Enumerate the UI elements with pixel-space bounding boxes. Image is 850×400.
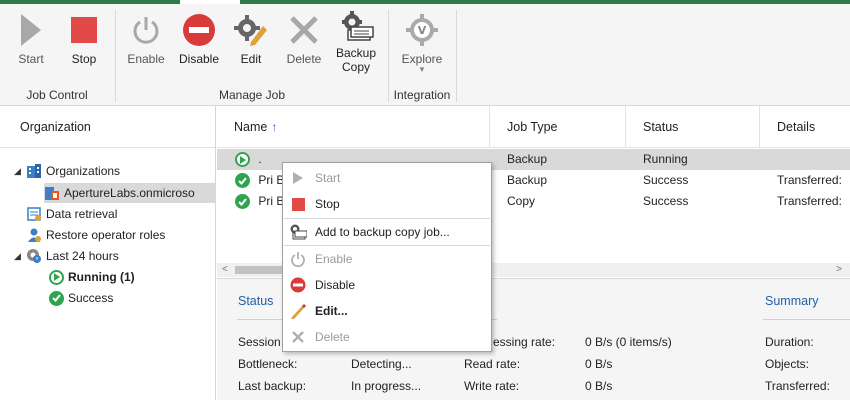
scroll-left-icon[interactable]: <: [222, 263, 228, 277]
processing-rate-label: essing rate:: [493, 335, 556, 349]
clock-gear-icon: [26, 248, 42, 264]
column-header-status[interactable]: Status: [625, 106, 759, 148]
tree-item-data-retrieval[interactable]: Data retrieval: [26, 204, 117, 224]
cross-icon: [289, 328, 307, 346]
menu-item-enable[interactable]: Enable: [283, 246, 491, 272]
stop-icon: [66, 10, 102, 50]
write-rate-label: Write rate:: [464, 379, 520, 393]
backup-copy-button[interactable]: Backup Copy: [332, 10, 380, 74]
write-rate-value: 0 B/s: [585, 379, 613, 393]
pencil-icon: [289, 302, 307, 320]
menu-item-disable[interactable]: Disable: [283, 272, 491, 298]
play-icon: [13, 10, 49, 50]
status-section-header: Status: [238, 294, 274, 308]
backup-copy-icon: [338, 10, 374, 44]
last-backup-value: In progress...: [351, 379, 422, 393]
tree-item-running[interactable]: Running (1): [48, 267, 135, 287]
delete-button[interactable]: Delete: [284, 10, 324, 66]
divider: [763, 319, 850, 320]
disable-button[interactable]: Disable: [176, 10, 222, 66]
column-header-name[interactable]: Name ↑: [217, 106, 489, 148]
success-check-icon: [235, 194, 250, 210]
context-menu: Start Stop Add to backup copy job... Ena…: [282, 162, 492, 352]
read-rate-value: 0 B/s: [585, 357, 613, 371]
panel-header: Organization: [0, 106, 215, 148]
no-entry-icon: [181, 10, 217, 50]
power-icon: [289, 250, 307, 268]
gear-pencil-icon: [233, 10, 269, 50]
menu-item-add-to-backup-copy[interactable]: Add to backup copy job...: [283, 219, 491, 245]
stop-button[interactable]: Stop: [64, 10, 104, 66]
ribbon-divider: [456, 10, 457, 102]
tree-item-organizations[interactable]: ◢ Organizations: [14, 161, 120, 181]
svg-text:V: V: [418, 24, 427, 37]
power-icon: [128, 10, 164, 50]
success-check-icon: [48, 290, 64, 306]
building-icon: [26, 163, 42, 179]
enable-button[interactable]: Enable: [124, 10, 168, 66]
running-icon: [235, 152, 250, 168]
column-header-details[interactable]: Details: [759, 106, 850, 148]
edit-button[interactable]: Edit: [232, 10, 270, 66]
group-label-integration: Integration: [393, 88, 451, 102]
backup-copy-icon: [289, 223, 307, 241]
grid-header: Name ↑ Job Type Status Details: [217, 106, 850, 148]
tree-item-aperture-labs[interactable]: ApertureLabs.onmicroso: [44, 183, 216, 203]
running-icon: [48, 269, 64, 285]
scroll-right-icon[interactable]: >: [836, 263, 842, 277]
data-retrieval-icon: [26, 206, 42, 222]
menu-item-edit[interactable]: Edit...: [283, 298, 491, 324]
read-rate-label: Read rate:: [464, 357, 521, 371]
menu-item-stop[interactable]: Stop: [283, 191, 491, 217]
cross-icon: [286, 10, 322, 50]
explore-button[interactable]: V Explore ▼: [398, 10, 446, 74]
tree-item-success[interactable]: Success: [48, 288, 113, 308]
last-backup-label: Last backup:: [238, 379, 307, 393]
no-entry-icon: [289, 276, 307, 294]
ribbon-toolbar: Start Stop Job Control Enable Disable Ed…: [0, 4, 850, 106]
column-header-job-type[interactable]: Job Type: [489, 106, 625, 148]
summary-section-header: Summary: [765, 294, 819, 308]
collapse-arrow-icon[interactable]: ◢: [14, 246, 26, 266]
organization-tree-panel: Organization ◢ Organizations ApertureLab…: [0, 106, 216, 400]
success-check-icon: [235, 173, 250, 189]
collapse-arrow-icon[interactable]: ◢: [14, 161, 26, 181]
sort-ascending-icon: ↑: [271, 120, 278, 134]
processing-rate-value: 0 B/s (0 items/s): [585, 335, 672, 349]
explore-gear-icon: V: [404, 10, 440, 50]
menu-item-start[interactable]: Start: [283, 165, 491, 191]
transferred-label: Transferred:: [765, 379, 830, 393]
session-label: Session: [238, 335, 281, 349]
stop-icon: [289, 195, 307, 213]
start-button[interactable]: Start: [12, 10, 50, 66]
objects-label: Objects:: [765, 357, 810, 371]
dropdown-arrow-icon: ▼: [418, 65, 426, 74]
tree-item-restore-operator-roles[interactable]: Restore operator roles: [26, 225, 165, 245]
bottleneck-label: Bottleneck:: [238, 357, 298, 371]
menu-item-delete[interactable]: Delete: [283, 324, 491, 350]
group-label-manage-job: Manage Job: [218, 88, 286, 102]
user-role-icon: [26, 227, 42, 243]
group-label-job-control: Job Control: [26, 88, 88, 102]
tree-item-last-24-hours[interactable]: ◢ Last 24 hours: [14, 246, 119, 266]
duration-label: Duration:: [765, 335, 814, 349]
play-icon: [289, 169, 307, 187]
office-org-icon: [44, 185, 60, 201]
bottleneck-value: Detecting...: [351, 357, 412, 371]
